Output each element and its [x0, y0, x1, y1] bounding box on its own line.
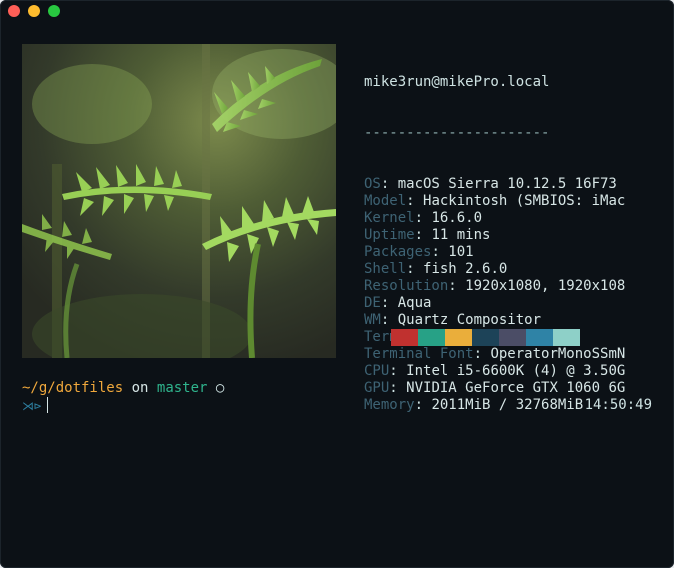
system-info: mike3run@mikePro.local -----------------…: [364, 40, 664, 448]
color-palette: [391, 329, 580, 346]
info-colon: :: [414, 227, 432, 243]
info-colon: :: [431, 244, 449, 260]
color-swatch: [553, 329, 580, 346]
info-colon: :: [414, 397, 432, 413]
fern-image: [22, 44, 336, 358]
info-value: OperatorMonoSSmN: [490, 346, 626, 362]
close-window-button[interactable]: [8, 5, 20, 17]
info-key: Kernel: [364, 210, 415, 226]
info-row: Resolution: 1920x1080, 1920x108: [364, 278, 664, 295]
info-row: Kernel: 16.6.0: [364, 210, 664, 227]
title-bar: [0, 0, 674, 24]
info-colon: :: [389, 380, 407, 396]
prompt-path: ~/g/dotfiles: [22, 380, 124, 396]
color-swatch: [445, 329, 472, 346]
info-colon: :: [406, 193, 424, 209]
info-value: Quartz Compositor: [397, 312, 542, 328]
command-input-line[interactable]: ⋊⊳: [22, 397, 49, 414]
prompt-on-label: on: [131, 380, 149, 396]
git-branch: master: [156, 380, 208, 396]
info-colon: :: [448, 278, 466, 294]
color-swatch: [526, 329, 553, 346]
info-value: fish 2.6.0: [423, 261, 508, 277]
maximize-window-button[interactable]: [48, 5, 60, 17]
color-swatch: [499, 329, 526, 346]
info-colon: :: [380, 176, 398, 192]
info-value: Aqua: [397, 295, 432, 311]
color-swatch: [472, 329, 499, 346]
prompt-arrow-icon: ⋊⊳: [22, 399, 42, 413]
info-key: Resolution: [364, 278, 449, 294]
info-row: OS: macOS Sierra 10.12.5 16F73: [364, 176, 664, 193]
info-colon: :: [473, 346, 491, 362]
info-row: Shell: fish 2.6.0: [364, 261, 664, 278]
info-colon: :: [406, 261, 424, 277]
text-cursor: [47, 397, 49, 413]
separator-line: ----------------------: [364, 125, 550, 141]
info-row: CPU: Intel i5-6600K (4) @ 3.50G: [364, 363, 664, 380]
info-key: Shell: [364, 261, 407, 277]
info-value: 2011MiB / 32768MiB: [431, 397, 584, 413]
info-row: Terminal Font: OperatorMonoSSmN: [364, 346, 664, 363]
info-row: Packages: 101: [364, 244, 664, 261]
info-value: 1920x1080, 1920x108: [465, 278, 626, 294]
shell-prompt: ~/g/dotfiles on master ○: [22, 380, 224, 397]
info-value: macOS Sierra 10.12.5 16F73: [397, 176, 617, 192]
info-row: DE: Aqua: [364, 295, 664, 312]
info-key: DE: [364, 295, 381, 311]
info-colon: :: [380, 295, 398, 311]
info-value: 11 mins: [431, 227, 491, 243]
info-value: Hackintosh (SMBIOS: iMac: [423, 193, 626, 209]
prompt-clock: 14:50:49: [584, 397, 652, 413]
info-row: Uptime: 11 mins: [364, 227, 664, 244]
info-row: GPU: NVIDIA GeForce GTX 1060 6G: [364, 380, 664, 397]
info-key: WM: [364, 312, 381, 328]
info-key: OS: [364, 176, 381, 192]
color-swatch: [391, 329, 418, 346]
info-row: WM: Quartz Compositor: [364, 312, 664, 329]
info-value: NVIDIA GeForce GTX 1060 6G: [406, 380, 626, 396]
color-swatch: [418, 329, 445, 346]
user-host: mike3run@mikePro.local: [364, 74, 550, 90]
info-key: Memory: [364, 397, 415, 413]
git-status-icon: ○: [215, 380, 225, 396]
info-row: Model: Hackintosh (SMBIOS: iMac: [364, 193, 664, 210]
info-value: 16.6.0: [431, 210, 483, 226]
info-colon: :: [389, 363, 407, 379]
info-key: CPU: [364, 363, 390, 379]
info-key: Terminal Font: [364, 346, 474, 362]
info-colon: :: [380, 312, 398, 328]
info-key: GPU: [364, 380, 390, 396]
info-key: Model: [364, 193, 407, 209]
minimize-window-button[interactable]: [28, 5, 40, 17]
info-value: Intel i5-6600K (4) @ 3.50G: [406, 363, 626, 379]
info-value: 101: [448, 244, 474, 260]
terminal-window: mike3run@mikePro.local -----------------…: [0, 0, 674, 568]
info-key: Packages: [364, 244, 432, 260]
info-colon: :: [414, 210, 432, 226]
info-key: Uptime: [364, 227, 415, 243]
